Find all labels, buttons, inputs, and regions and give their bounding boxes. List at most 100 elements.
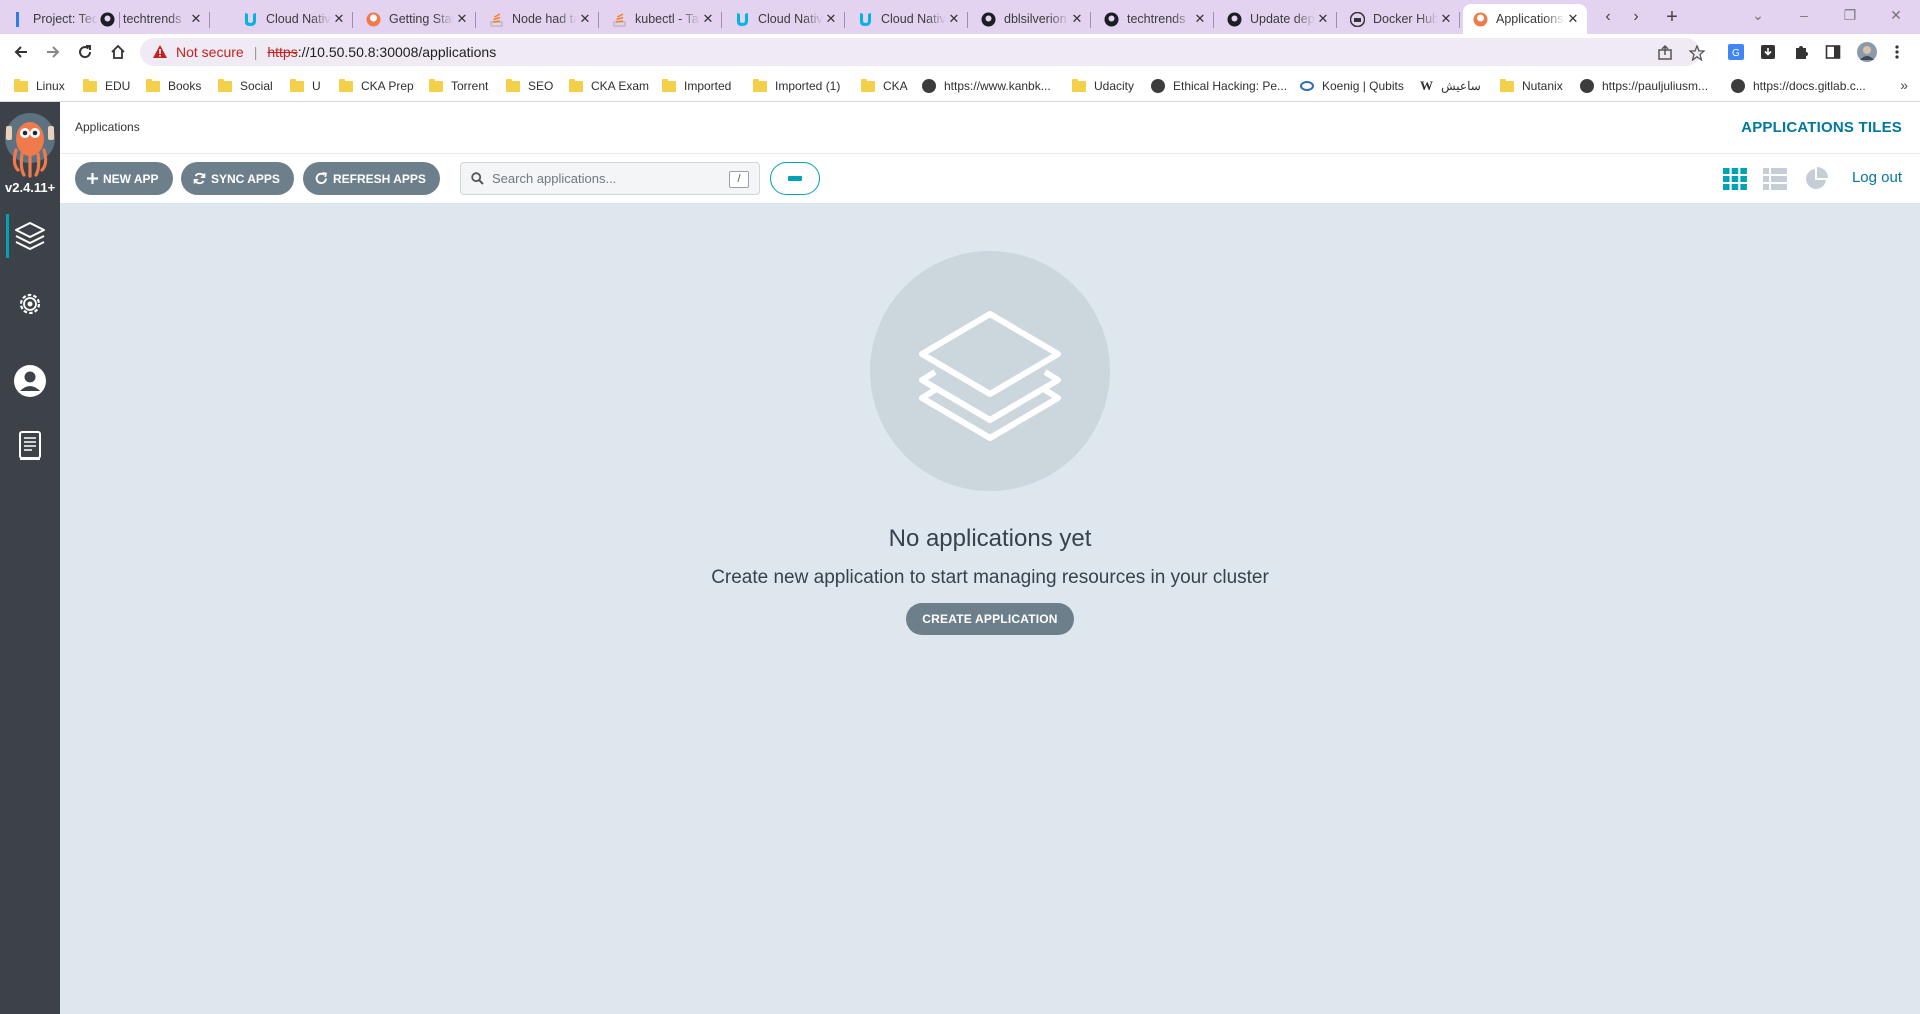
security-status[interactable]: Not secure xyxy=(176,44,244,60)
new-app-button[interactable]: NEW APP xyxy=(75,162,173,195)
bookmark-folder[interactable]: Imported (1) xyxy=(753,77,840,95)
browser-tab[interactable]: Cloud Native ✕ xyxy=(233,4,353,34)
bookmark-star-icon[interactable] xyxy=(1688,44,1706,62)
search-input[interactable] xyxy=(492,171,712,186)
close-tab-icon[interactable]: ✕ xyxy=(1438,11,1454,27)
page-header: Applications APPLICATIONS TILES xyxy=(60,102,1920,154)
browser-tab[interactable]: Cloud Native ✕ xyxy=(725,4,845,34)
bookmark-folder[interactable]: Torrent xyxy=(429,77,488,95)
forward-icon[interactable] xyxy=(41,40,65,64)
svg-text:G: G xyxy=(1732,48,1740,59)
bookmark-link[interactable]: https://docs.gitlab.c... xyxy=(1731,77,1866,95)
close-tab-icon[interactable]: ✕ xyxy=(1565,11,1581,27)
folder-icon xyxy=(146,78,160,92)
close-tab-icon[interactable]: ✕ xyxy=(700,11,716,27)
browser-tab[interactable]: Getting Started ✕ xyxy=(356,4,476,34)
search-box[interactable]: / xyxy=(460,162,760,195)
filters-toggle-button[interactable] xyxy=(770,162,820,195)
browser-tab[interactable]: kubectl - Taint ✕ xyxy=(602,4,722,34)
browser-tab[interactable]: Node had taints ✕ xyxy=(479,4,599,34)
bookmark-link[interactable]: https://www.kanbk... xyxy=(922,77,1051,95)
browser-tab[interactable]: Cloud Native ✕ xyxy=(848,4,968,34)
translate-icon[interactable]: G xyxy=(1727,43,1745,61)
bookmark-folder[interactable]: CKA Exam xyxy=(569,77,649,95)
minimize-icon[interactable]: – xyxy=(1786,4,1822,26)
extensions-puzzle-icon[interactable] xyxy=(1792,43,1810,61)
browser-tab[interactable]: dblsilverion ✕ xyxy=(971,4,1091,34)
bookmark-folder[interactable]: Linux xyxy=(14,77,65,95)
user-circle-icon xyxy=(14,365,46,397)
close-tab-icon[interactable]: ✕ xyxy=(454,11,470,27)
close-tab-icon[interactable]: ✕ xyxy=(823,11,839,27)
address-bar[interactable]: Not secure | https ://10.50.50.8:30008/a… xyxy=(140,38,1700,66)
bookmark-folder[interactable]: Social xyxy=(218,77,273,95)
more-bookmarks-icon[interactable]: » xyxy=(1900,77,1908,93)
sidebar-item-user-info[interactable] xyxy=(0,353,60,409)
search-shortcut-hint: / xyxy=(729,171,749,188)
refresh-icon xyxy=(315,172,328,185)
browser-tab-strip: Project: TechTrends ✕ techtrends ✕ Cloud… xyxy=(0,0,1920,34)
close-tab-icon[interactable]: ✕ xyxy=(946,11,962,27)
sidebar-item-applications[interactable] xyxy=(0,208,60,264)
bookmark-folder[interactable]: Nutanix xyxy=(1500,77,1563,95)
tab-search-icon[interactable]: ⌄ xyxy=(1740,4,1776,26)
sync-apps-button[interactable]: SYNC APPS xyxy=(181,162,294,195)
github-icon xyxy=(981,12,996,27)
browser-menu-icon[interactable] xyxy=(1888,43,1906,61)
restore-icon[interactable]: ❐ xyxy=(1832,4,1868,26)
side-panel-icon[interactable] xyxy=(1824,43,1842,61)
breadcrumb[interactable]: Applications xyxy=(75,120,140,134)
list-view-toggle[interactable] xyxy=(1762,167,1788,191)
new-tab-icon[interactable]: + xyxy=(1661,6,1683,28)
close-tab-icon[interactable]: ✕ xyxy=(188,11,204,27)
logout-link[interactable]: Log out xyxy=(1852,169,1902,186)
bookmark-link[interactable]: Koenig | Qubits xyxy=(1300,77,1404,95)
bookmark-folder[interactable]: Books xyxy=(146,77,201,95)
bookmark-link[interactable]: W ساعيش xyxy=(1420,77,1481,95)
tiles-view-toggle[interactable] xyxy=(1722,167,1748,191)
tab-title: Cloud Native xyxy=(758,12,823,26)
scroll-tabs-left-icon[interactable]: ‹ xyxy=(1597,6,1619,28)
close-tab-icon[interactable]: ✕ xyxy=(1069,11,1085,27)
url-text: ://10.50.50.8:30008/applications xyxy=(297,44,497,60)
browser-tab[interactable]: techtrends ✕ xyxy=(1094,4,1214,34)
scroll-tabs-right-icon[interactable]: › xyxy=(1625,6,1647,28)
close-tab-icon[interactable]: ✕ xyxy=(331,11,347,27)
close-window-icon[interactable]: ✕ xyxy=(1878,4,1914,26)
close-tab-icon[interactable]: ✕ xyxy=(1192,11,1208,27)
url-scheme: https xyxy=(267,44,298,60)
browser-tab[interactable]: techtrends ✕ xyxy=(90,4,210,34)
bookmark-folder[interactable]: CKA Prep xyxy=(339,77,414,95)
browser-tab[interactable]: Update deployment ✕ xyxy=(1217,4,1337,34)
argo-octopus-logo[interactable] xyxy=(4,112,56,178)
share-icon[interactable] xyxy=(1656,44,1674,62)
refresh-apps-button[interactable]: REFRESH APPS xyxy=(303,162,440,195)
reload-icon[interactable] xyxy=(73,40,97,64)
folder-icon xyxy=(290,78,304,92)
browser-tab[interactable]: Docker Hub ✕ xyxy=(1340,4,1460,34)
bookmark-link[interactable]: Ethical Hacking: Pe... xyxy=(1151,77,1287,95)
bookmark-folder[interactable]: U xyxy=(290,77,321,95)
bookmark-folder[interactable]: SEO xyxy=(506,77,553,95)
close-tab-icon[interactable]: ✕ xyxy=(1315,11,1331,27)
sidebar-item-settings[interactable] xyxy=(0,276,60,332)
summary-view-toggle[interactable] xyxy=(1803,167,1829,191)
folder-icon xyxy=(662,78,676,92)
home-icon[interactable] xyxy=(106,40,130,64)
empty-state-illustration xyxy=(870,251,1110,491)
bookmark-folder[interactable]: EDU xyxy=(83,77,130,95)
back-icon[interactable] xyxy=(9,40,33,64)
tab-title: Node had taints xyxy=(512,12,577,26)
bookmark-folder[interactable]: Udacity xyxy=(1072,77,1134,95)
bookmark-folder[interactable]: Imported xyxy=(662,77,731,95)
blue-bar-icon xyxy=(10,11,25,27)
browser-tab-active[interactable]: Applications ✕ xyxy=(1463,4,1587,34)
bookmark-link[interactable]: https://pauljuliusm... xyxy=(1580,77,1708,95)
download-extension-icon[interactable] xyxy=(1759,43,1777,61)
sidebar-item-docs[interactable] xyxy=(0,418,60,474)
create-application-button[interactable]: CREATE APPLICATION xyxy=(906,603,1074,635)
bookmark-folder[interactable]: CKA xyxy=(861,77,908,95)
profile-avatar[interactable] xyxy=(1856,42,1878,62)
empty-state-subtitle: Create new application to start managing… xyxy=(711,567,1269,588)
close-tab-icon[interactable]: ✕ xyxy=(577,11,593,27)
